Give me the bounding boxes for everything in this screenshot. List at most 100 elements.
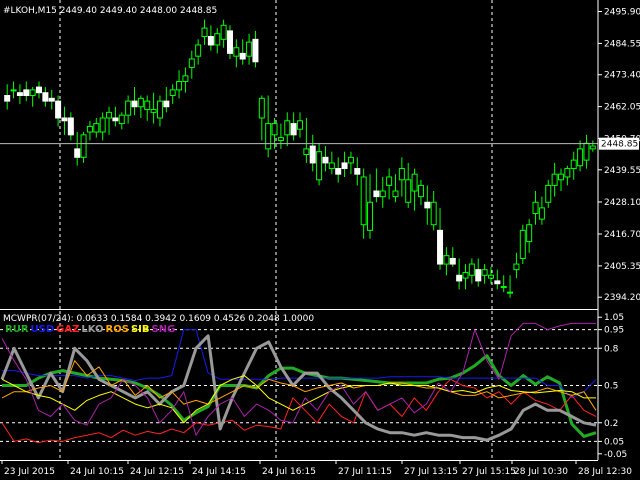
candle-bull [430, 201, 437, 226]
candle-bull [443, 255, 450, 265]
candle-bull [513, 263, 520, 271]
candle-bull [303, 148, 310, 156]
candle-bull [519, 229, 526, 259]
candle-bear [475, 269, 482, 282]
main-chart-header: #LKOH,M15 2449.40 2449.40 2448.00 2448.8… [3, 6, 218, 16]
price-tick-label: 2394.20 [604, 293, 640, 303]
candle-bear [424, 201, 431, 209]
price-tick-label: 2450.70 [604, 134, 640, 144]
legend-item-ros: ROS [105, 324, 129, 335]
time-tick-label: 28 Jul 10:30 [514, 467, 568, 477]
price-tick-label: 2416.70 [604, 230, 640, 240]
candle-bull [316, 151, 323, 181]
candle-bull [487, 274, 494, 279]
time-tick-label: 24 Jul 10:15 [70, 467, 124, 477]
candle-bull [176, 80, 183, 91]
candle-bull [99, 117, 106, 133]
legend-item-sng: SNG [151, 324, 176, 335]
candle-bull [297, 120, 303, 130]
candle-bull [169, 89, 176, 97]
candle-bull [462, 271, 469, 279]
candle-bull [182, 75, 189, 82]
candle-bull [144, 100, 151, 111]
candle-bull [284, 120, 291, 136]
candle-bear [36, 86, 43, 94]
time-tick-label: 27 Jul 13:15 [404, 467, 458, 477]
legend-item-usd: USD [30, 324, 55, 335]
candle-bull [379, 190, 386, 198]
indicator-tick-label: 0.05 [604, 437, 624, 447]
candle-bull [220, 24, 227, 40]
candle-bull [137, 97, 144, 108]
candle-bull [367, 201, 374, 231]
indicator-tick-label: 0.8 [604, 344, 619, 354]
chart-canvas[interactable]: 2448.85 2495.902484.552473.402462.052450… [0, 0, 640, 480]
candle-bull [29, 89, 36, 97]
candle-bull [118, 114, 125, 125]
candle-bull [557, 173, 564, 181]
candle-bear [23, 89, 30, 97]
candle-bull [10, 89, 17, 92]
time-tick-label: 24 Jul 12:15 [130, 467, 184, 477]
candle-bear [341, 162, 348, 170]
candle-bull [570, 159, 577, 170]
price-candles [4, 19, 596, 298]
candle-bear [74, 148, 81, 158]
time-tick-label: 24 Jul 14:15 [192, 467, 246, 477]
candle-bull [156, 100, 163, 119]
price-tick-label: 2405.35 [604, 262, 640, 272]
legend-item-gaz: GAZ [56, 324, 80, 335]
candle-bull [386, 176, 393, 186]
candle-bull [233, 47, 240, 57]
candle-bull [188, 58, 195, 68]
legend-item-lko: LKO [81, 324, 104, 335]
candle-bear [449, 257, 456, 265]
candle-bull [577, 148, 584, 167]
time-tick-label: 23 Jul 2015 [4, 467, 55, 477]
candle-bear [61, 117, 68, 122]
candle-bull [526, 224, 533, 243]
candle-bull [551, 173, 558, 186]
candle-bull [583, 142, 590, 161]
candle-bear [112, 117, 119, 122]
candle-bull [507, 291, 514, 294]
series-usd [2, 329, 597, 399]
candle-bear [4, 95, 11, 102]
main-grid [59, 0, 493, 309]
indicator-tick-label: -0.05 [604, 450, 627, 460]
time-tick-label: 24 Jul 16:15 [262, 467, 316, 477]
candle-bull [589, 145, 596, 150]
candle-bull [214, 33, 221, 46]
indicator-tick-label: 0.95 [604, 326, 624, 336]
indicator-header: MCWPR(07/24): 0.0633 0.1584 0.3942 0.160… [3, 314, 315, 324]
candle-bull [545, 184, 552, 203]
time-tick-label: 27 Jul 15:15 [462, 467, 516, 477]
candle-bear [494, 280, 501, 285]
candle-bear [239, 52, 246, 60]
indicator-tick-label: 0.2 [604, 419, 618, 429]
candle-bear [354, 168, 361, 175]
candle-bear [55, 100, 62, 119]
candle-bear [48, 97, 55, 102]
candle-bear [309, 145, 316, 164]
time-tick-label: 28 Jul 12:30 [578, 467, 632, 477]
candle-bull [468, 263, 475, 276]
candle-bull [360, 176, 367, 226]
candle-bull [258, 97, 265, 119]
candle-bull [265, 123, 272, 150]
candle-bull [398, 168, 405, 181]
candle-bull [271, 123, 278, 136]
candle-bear [42, 92, 49, 102]
candle-bear [163, 100, 170, 108]
candle-bear [373, 190, 380, 198]
candle-bull [86, 125, 93, 133]
candle-bull [328, 162, 335, 170]
price-tick-label: 2439.55 [604, 166, 640, 176]
candle-bear [335, 168, 342, 175]
candle-bull [93, 123, 100, 133]
candle-bear [16, 92, 23, 97]
candle-bear [207, 36, 214, 46]
candle-bull [481, 269, 488, 276]
candle-bear [456, 274, 463, 282]
candle-bear [322, 156, 329, 164]
